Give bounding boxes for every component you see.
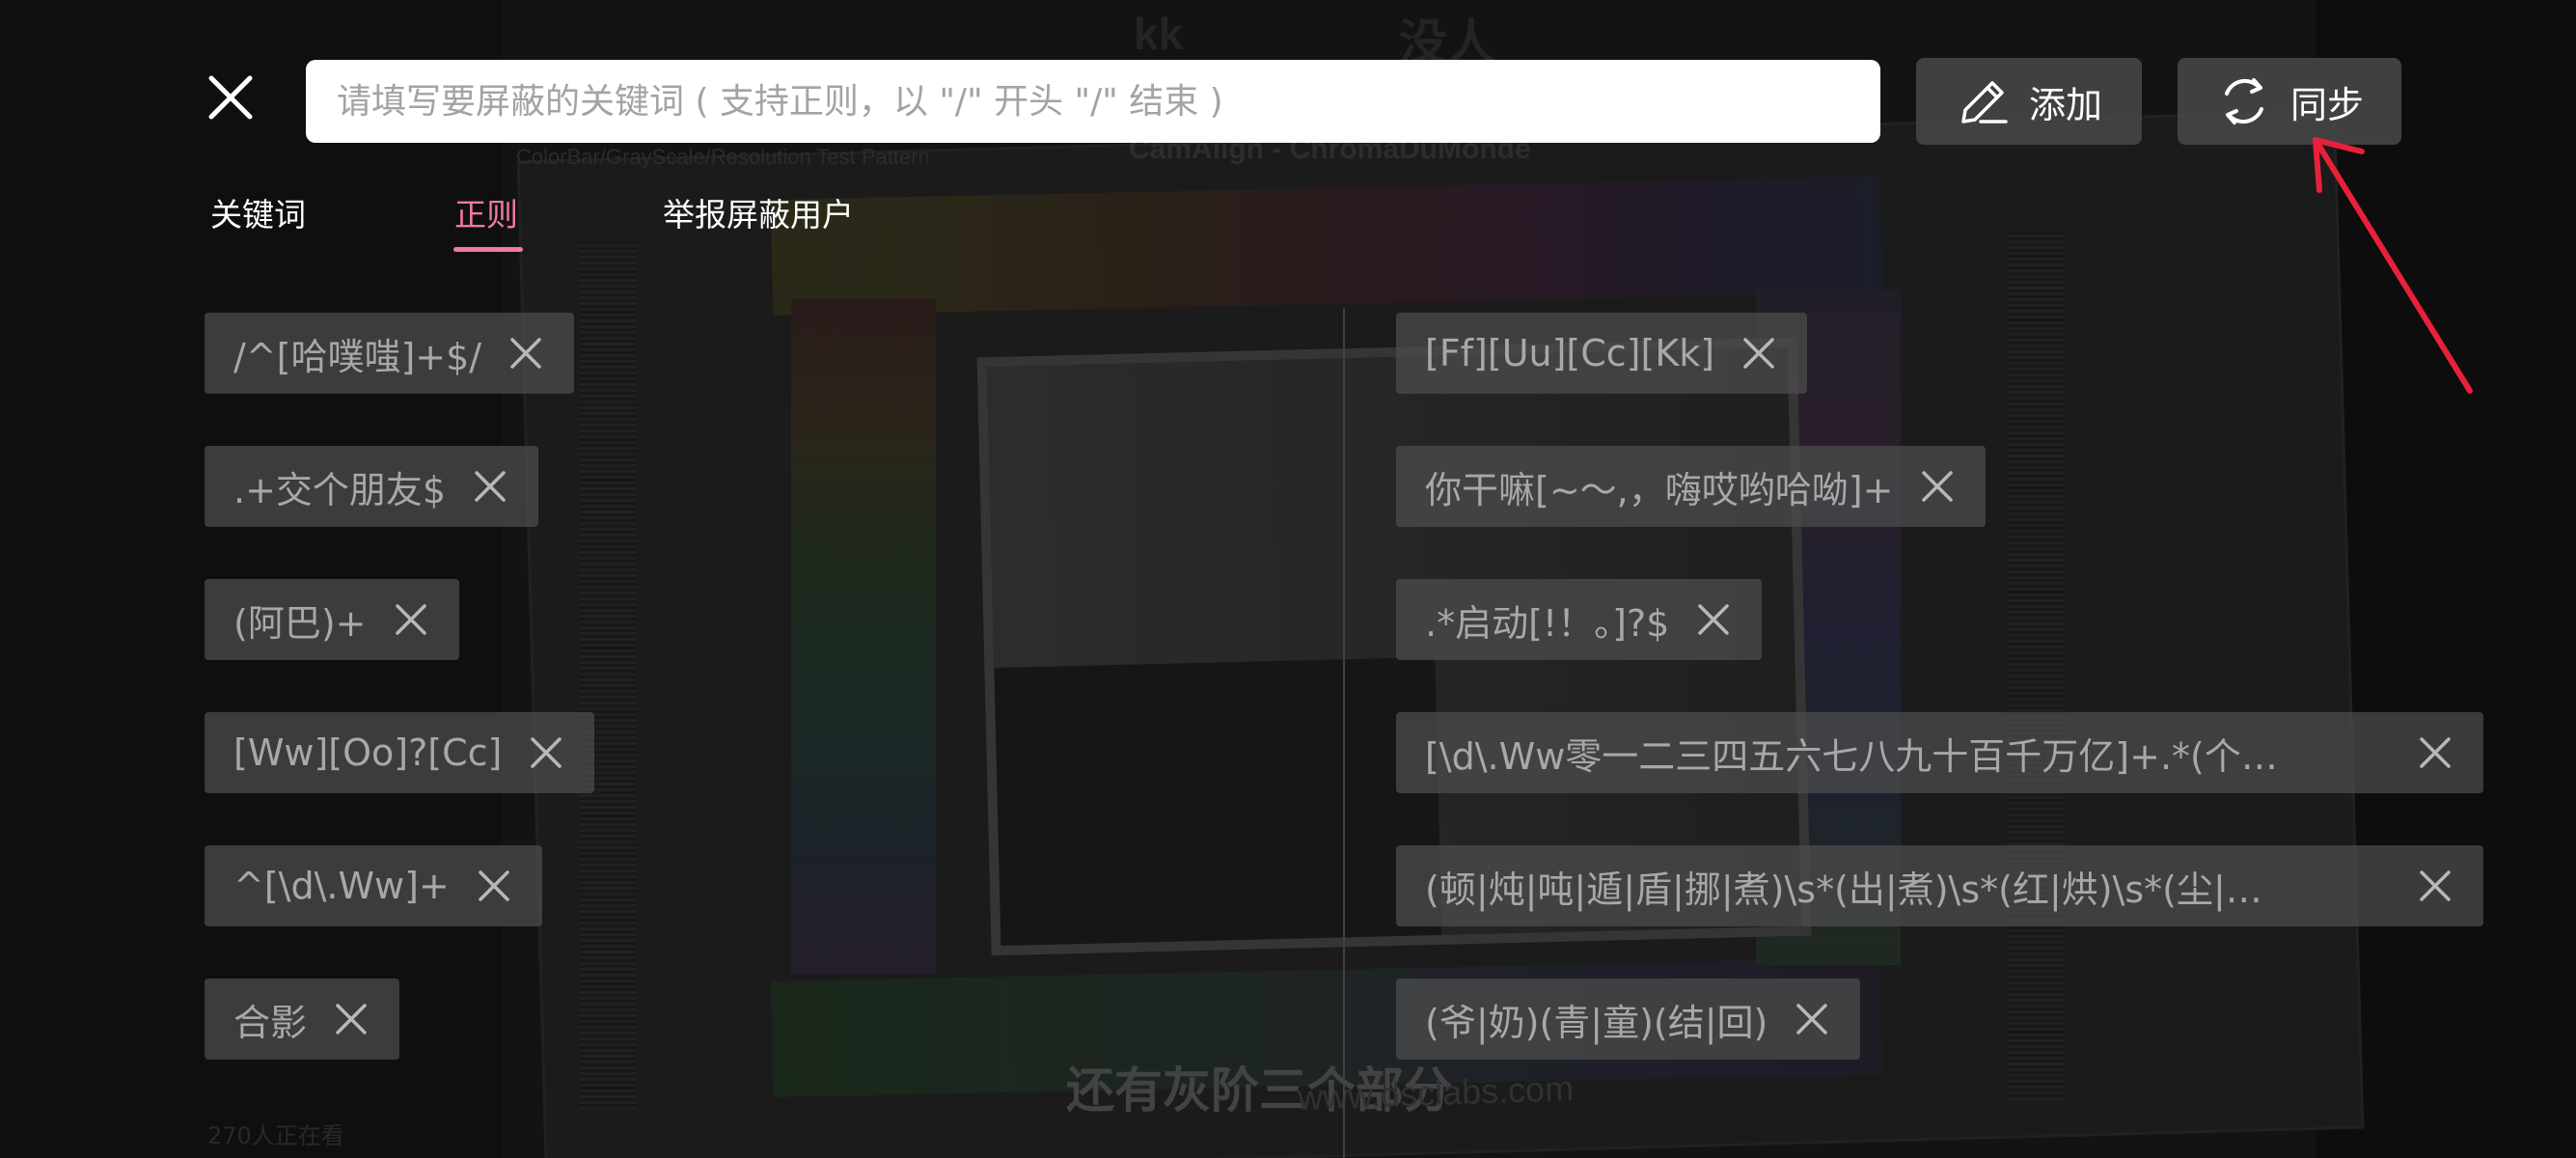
close-button[interactable] — [193, 60, 268, 135]
regex-rule-text: .*启动[!！。]?$ — [1425, 601, 1670, 645]
regex-rule-text: ^[\d\.Ww]+ — [233, 865, 450, 907]
add-button-label: 添加 — [2028, 83, 2102, 126]
regex-rule-chip: 你干嘛[~～,，嗨哎哟哈呦]+ — [1396, 446, 1987, 527]
regex-rule-chip: ^[\d\.Ww]+ — [205, 845, 542, 926]
regex-rule-chip: 合影 — [205, 979, 400, 1060]
remove-x-icon[interactable] — [392, 600, 430, 639]
close-icon — [208, 75, 253, 120]
active-tab-indicator — [453, 247, 523, 252]
tab-blocked-users[interactable]: 举报屏蔽用户 — [663, 189, 854, 235]
regex-rule-chip: (顿|炖|吨|遁|盾|挪|煮)\s*(出|煮)\s*(红|烘)\s*(尘|… — [1396, 845, 2483, 926]
sync-icon — [2224, 78, 2263, 124]
regex-rule-text: 合影 — [233, 1001, 308, 1044]
regex-rule-text: (爷|奶)(青|童)(结|回) — [1425, 1001, 1768, 1044]
remove-x-icon[interactable] — [1793, 1000, 1831, 1038]
regex-rule-chip: [Ww][Oo]?[Cc] — [205, 712, 595, 793]
remove-x-icon[interactable] — [1918, 467, 1957, 506]
regex-rule-chip: (爷|奶)(青|童)(结|回) — [1396, 979, 1861, 1060]
regex-rule-text: [\d\.Ww零一二三四五六七八九十百千万亿]+.*(个… — [1425, 734, 2278, 778]
annotation-arrow-icon — [2313, 137, 2473, 394]
keyword-input[interactable] — [306, 60, 1880, 143]
regex-rule-chip: (阿巴)+ — [205, 579, 459, 660]
pencil-icon — [1961, 81, 2008, 124]
remove-x-icon[interactable] — [475, 867, 513, 905]
regex-rule-chip: .+交个朋友$ — [205, 446, 539, 527]
remove-x-icon[interactable] — [471, 467, 509, 506]
add-button[interactable]: 添加 — [1916, 58, 2142, 145]
remove-x-icon[interactable] — [332, 1000, 370, 1038]
regex-rule-chip: /^[哈噗嗤]+$/ — [205, 313, 575, 394]
regex-rule-chip: .*启动[!！。]?$ — [1396, 579, 1763, 660]
remove-x-icon[interactable] — [2416, 733, 2454, 772]
regex-rule-text: 你干嘛[~～,，嗨哎哟哈呦]+ — [1425, 468, 1894, 511]
regex-rule-text: [Ww][Oo]?[Cc] — [233, 731, 503, 774]
regex-rule-text: (阿巴)+ — [233, 601, 367, 645]
regex-rule-text: .+交个朋友$ — [233, 468, 447, 511]
regex-rule-text: /^[哈噗嗤]+$/ — [233, 335, 482, 378]
remove-x-icon[interactable] — [527, 733, 565, 772]
remove-x-icon[interactable] — [2416, 867, 2454, 905]
tab-keywords[interactable]: 关键词 — [210, 189, 306, 235]
regex-rule-chip: [Ff][Uu][Cc][Kk] — [1396, 313, 1808, 394]
regex-rule-text: (顿|炖|吨|遁|盾|挪|煮)\s*(出|煮)\s*(红|烘)\s*(尘|… — [1425, 868, 2262, 911]
regex-rule-text: [Ff][Uu][Cc][Kk] — [1425, 332, 1715, 374]
tab-regex[interactable]: 正则 — [454, 189, 518, 235]
remove-x-icon[interactable] — [1740, 334, 1778, 372]
regex-rule-chip: [\d\.Ww零一二三四五六七八九十百千万亿]+.*(个… — [1396, 712, 2483, 793]
remove-x-icon[interactable] — [1694, 600, 1733, 639]
remove-x-icon[interactable] — [507, 334, 545, 372]
